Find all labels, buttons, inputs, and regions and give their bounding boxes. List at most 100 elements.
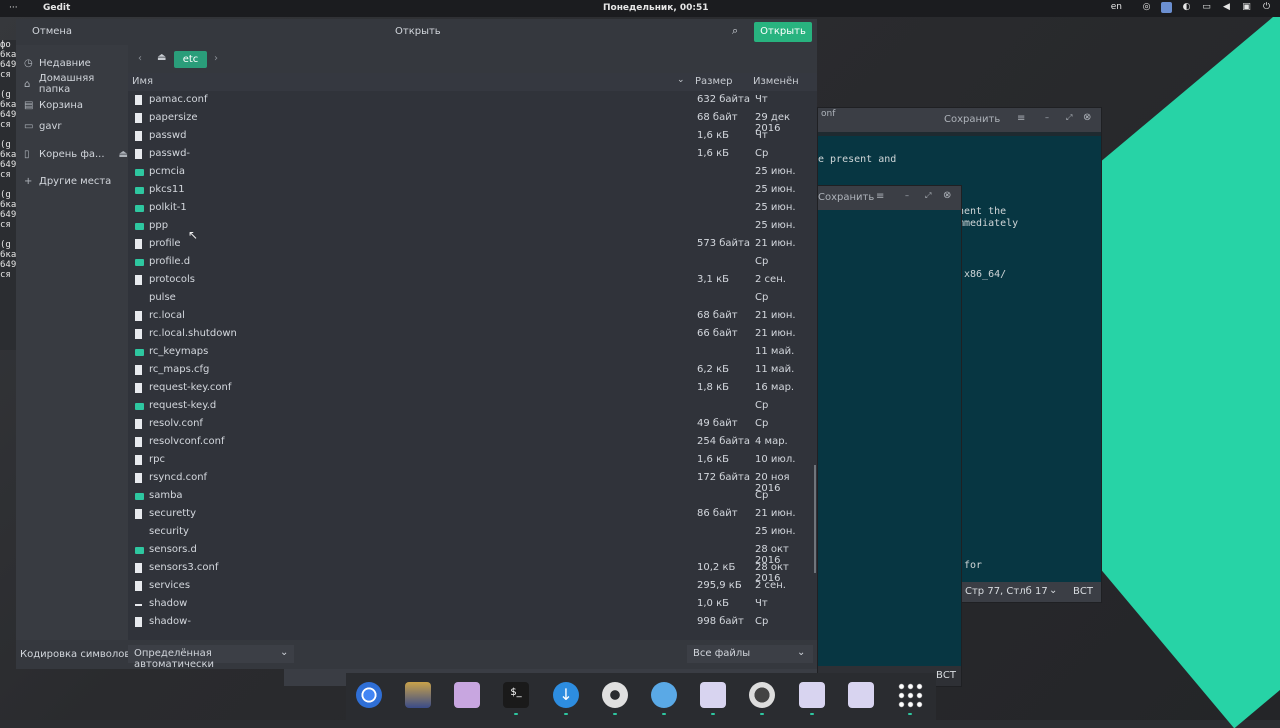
files-icon[interactable]: [454, 682, 480, 708]
sidebar-item-3[interactable]: ▭ gavr: [24, 117, 62, 135]
file-row[interactable]: request-key.conf 1,8 кБ 16 мар.: [128, 379, 817, 397]
file-row[interactable]: pamac.conf 632 байта Чт: [128, 91, 817, 109]
terminal-line: 6ка: [0, 150, 16, 160]
terminal-window[interactable]: фо 6ка 649 ся (g 6ка 649 ся (g 6ка 649 ся (g 6ка 649 ся…: [0, 40, 16, 350]
minimize-icon[interactable]: –: [905, 191, 909, 200]
lock-icon[interactable]: ▣: [1241, 2, 1252, 13]
file-row[interactable]: resolvconf.conf 254 байта 4 мар.: [128, 433, 817, 451]
hamburger-menu-icon[interactable]: ≡: [1017, 113, 1025, 124]
file-row[interactable]: shadow 1,0 кБ Чт: [128, 595, 817, 613]
file-row[interactable]: sensors.d 28 окт 2016: [128, 541, 817, 566]
file-row[interactable]: pkcs11 25 июн.: [128, 181, 817, 199]
chrome-icon[interactable]: [356, 682, 382, 708]
sort-chevron-icon[interactable]: ⌄: [677, 75, 685, 85]
settings-icon[interactable]: [602, 682, 628, 708]
folder-icon: [135, 223, 144, 230]
chevron-down-icon[interactable]: ⌄: [1049, 585, 1057, 596]
close-icon[interactable]: ⊗: [943, 190, 951, 201]
file-row[interactable]: securetty 86 байт 21 июн.: [128, 505, 817, 523]
file-row[interactable]: protocols 3,1 кБ 2 сен.: [128, 271, 817, 289]
file-row[interactable]: rc_maps.cfg 6,2 кБ 11 май.: [128, 361, 817, 379]
file-row[interactable]: samba Ср: [128, 487, 817, 505]
file-row[interactable]: profile 573 байта 21 июн.: [128, 235, 817, 253]
volume-icon[interactable]: ◀: [1221, 2, 1232, 13]
search-icon[interactable]: ⌕: [732, 24, 738, 38]
sidebar-item-1[interactable]: ⌂ Домашняя папка: [24, 73, 128, 95]
file-row[interactable]: passwd 1,6 кБ Чт: [128, 127, 817, 145]
maximize-icon[interactable]: ⤢: [1066, 113, 1072, 123]
statusbar: Стр 77, Стлб 17 ⌄ ВСТ: [961, 582, 1101, 602]
column-size[interactable]: Размер: [695, 76, 733, 87]
power-icon[interactable]: ⏻: [1261, 2, 1272, 13]
file-row[interactable]: services 295,9 кБ 2 сен.: [128, 577, 817, 595]
close-icon[interactable]: ⊗: [1083, 112, 1091, 123]
gedit-window-mid[interactable]: Сохранить ≡ – ⤢ ⊗ ВСТ: [817, 185, 962, 687]
clock[interactable]: Понедельник, 00:51: [603, 3, 709, 13]
file-filter-select[interactable]: Все файлы ⌄: [687, 645, 813, 663]
file-row[interactable]: shadow- 998 байт Ср: [128, 613, 817, 631]
file-row[interactable]: papersize 68 байт 29 дек 2016: [128, 109, 817, 134]
terminal-line: (g: [0, 90, 11, 100]
file-row[interactable]: resolv.conf 49 байт Ср: [128, 415, 817, 433]
sidebar-item-4[interactable]: ▯ Корень фа... ⏏: [24, 145, 128, 163]
window-icon[interactable]: ▭: [1201, 2, 1212, 13]
insert-mode[interactable]: ВСТ: [1073, 586, 1093, 597]
file-icon: [135, 617, 142, 627]
app-tray-icon[interactable]: [1161, 2, 1172, 13]
sidebar-item-2[interactable]: ▤ Корзина: [24, 96, 83, 114]
path-segment-etc[interactable]: etc: [174, 51, 207, 68]
app-menu[interactable]: Gedit: [43, 3, 70, 13]
insert-mode[interactable]: ВСТ: [936, 670, 956, 681]
back-arrow-icon[interactable]: ‹: [138, 53, 142, 64]
league-icon[interactable]: [405, 682, 431, 708]
file-row[interactable]: rsyncd.conf 172 байта 20 ноя 2016: [128, 469, 817, 494]
download-icon[interactable]: ↓: [553, 682, 579, 708]
eject-icon[interactable]: ⏏: [119, 149, 128, 160]
save-button[interactable]: Сохранить: [944, 114, 1000, 125]
file-row[interactable]: passwd- 1,6 кБ Ср: [128, 145, 817, 163]
file-row[interactable]: pcmcia 25 июн.: [128, 163, 817, 181]
column-name[interactable]: Имя: [132, 76, 153, 87]
minimize-icon[interactable]: –: [1045, 113, 1049, 122]
file-row[interactable]: sensors3.conf 10,2 кБ 28 окт 2016: [128, 559, 817, 584]
open-button[interactable]: Открыть: [754, 22, 812, 42]
cancel-button[interactable]: Отмена: [32, 26, 72, 37]
file-row[interactable]: rc.local 68 байт 21 июн.: [128, 307, 817, 325]
file-row[interactable]: pulse Ср: [128, 289, 817, 307]
terminal-icon[interactable]: $_: [503, 682, 529, 708]
column-modified[interactable]: Изменён: [753, 76, 799, 87]
file-row[interactable]: rpc 1,6 кБ 10 июл.: [128, 451, 817, 469]
file-row[interactable]: request-key.d Ср: [128, 397, 817, 415]
hamburger-menu-icon[interactable]: ≡: [876, 191, 884, 202]
maximize-icon[interactable]: ⤢: [925, 191, 931, 201]
activities-menu[interactable]: ···: [9, 3, 18, 13]
text-editor-icon[interactable]: [848, 682, 874, 708]
obs-icon[interactable]: [749, 682, 775, 708]
dialog-header: Отмена Открыть ⌕ Открыть: [16, 19, 817, 45]
places-sidebar: ◷ Недавние ⌂ Домашняя папка ▤ Корзина ▭ gavr ▯ Ко…: [16, 45, 128, 640]
file-row[interactable]: security 25 июн.: [128, 523, 817, 541]
encoding-label: Кодировка символов:: [20, 649, 134, 660]
browser-icon[interactable]: [651, 682, 677, 708]
file-row[interactable]: rc.local.shutdown 66 байт 21 июн.: [128, 325, 817, 343]
apps-grid-icon[interactable]: [897, 682, 923, 708]
file-row[interactable]: ppp 25 июн.: [128, 217, 817, 235]
file-name: shadow: [149, 598, 188, 609]
encoding-select[interactable]: Определённая автоматически ⌄: [128, 645, 294, 670]
scrollbar[interactable]: [814, 465, 816, 573]
obs-tray-icon[interactable]: ◎: [1141, 2, 1152, 13]
file-row[interactable]: rc_keymaps 11 май.: [128, 343, 817, 361]
cursor-position[interactable]: Стр 77, Стлб 17: [965, 586, 1048, 597]
file-size: 49 байт: [697, 418, 738, 429]
file-row[interactable]: polkit-1 25 июн.: [128, 199, 817, 217]
tray-browser-icon[interactable]: ◐: [1181, 2, 1192, 13]
text-editor-icon[interactable]: [700, 682, 726, 708]
sidebar-item-0[interactable]: ◷ Недавние: [24, 54, 91, 72]
save-button[interactable]: Сохранить: [818, 192, 874, 203]
forward-arrow-icon[interactable]: ›: [214, 53, 218, 64]
drive-icon[interactable]: ⏏: [157, 52, 166, 63]
keyboard-layout[interactable]: en: [1111, 2, 1122, 13]
text-editor-icon[interactable]: [799, 682, 825, 708]
file-row[interactable]: profile.d Ср: [128, 253, 817, 271]
sidebar-item-5[interactable]: + Другие места: [24, 172, 111, 190]
